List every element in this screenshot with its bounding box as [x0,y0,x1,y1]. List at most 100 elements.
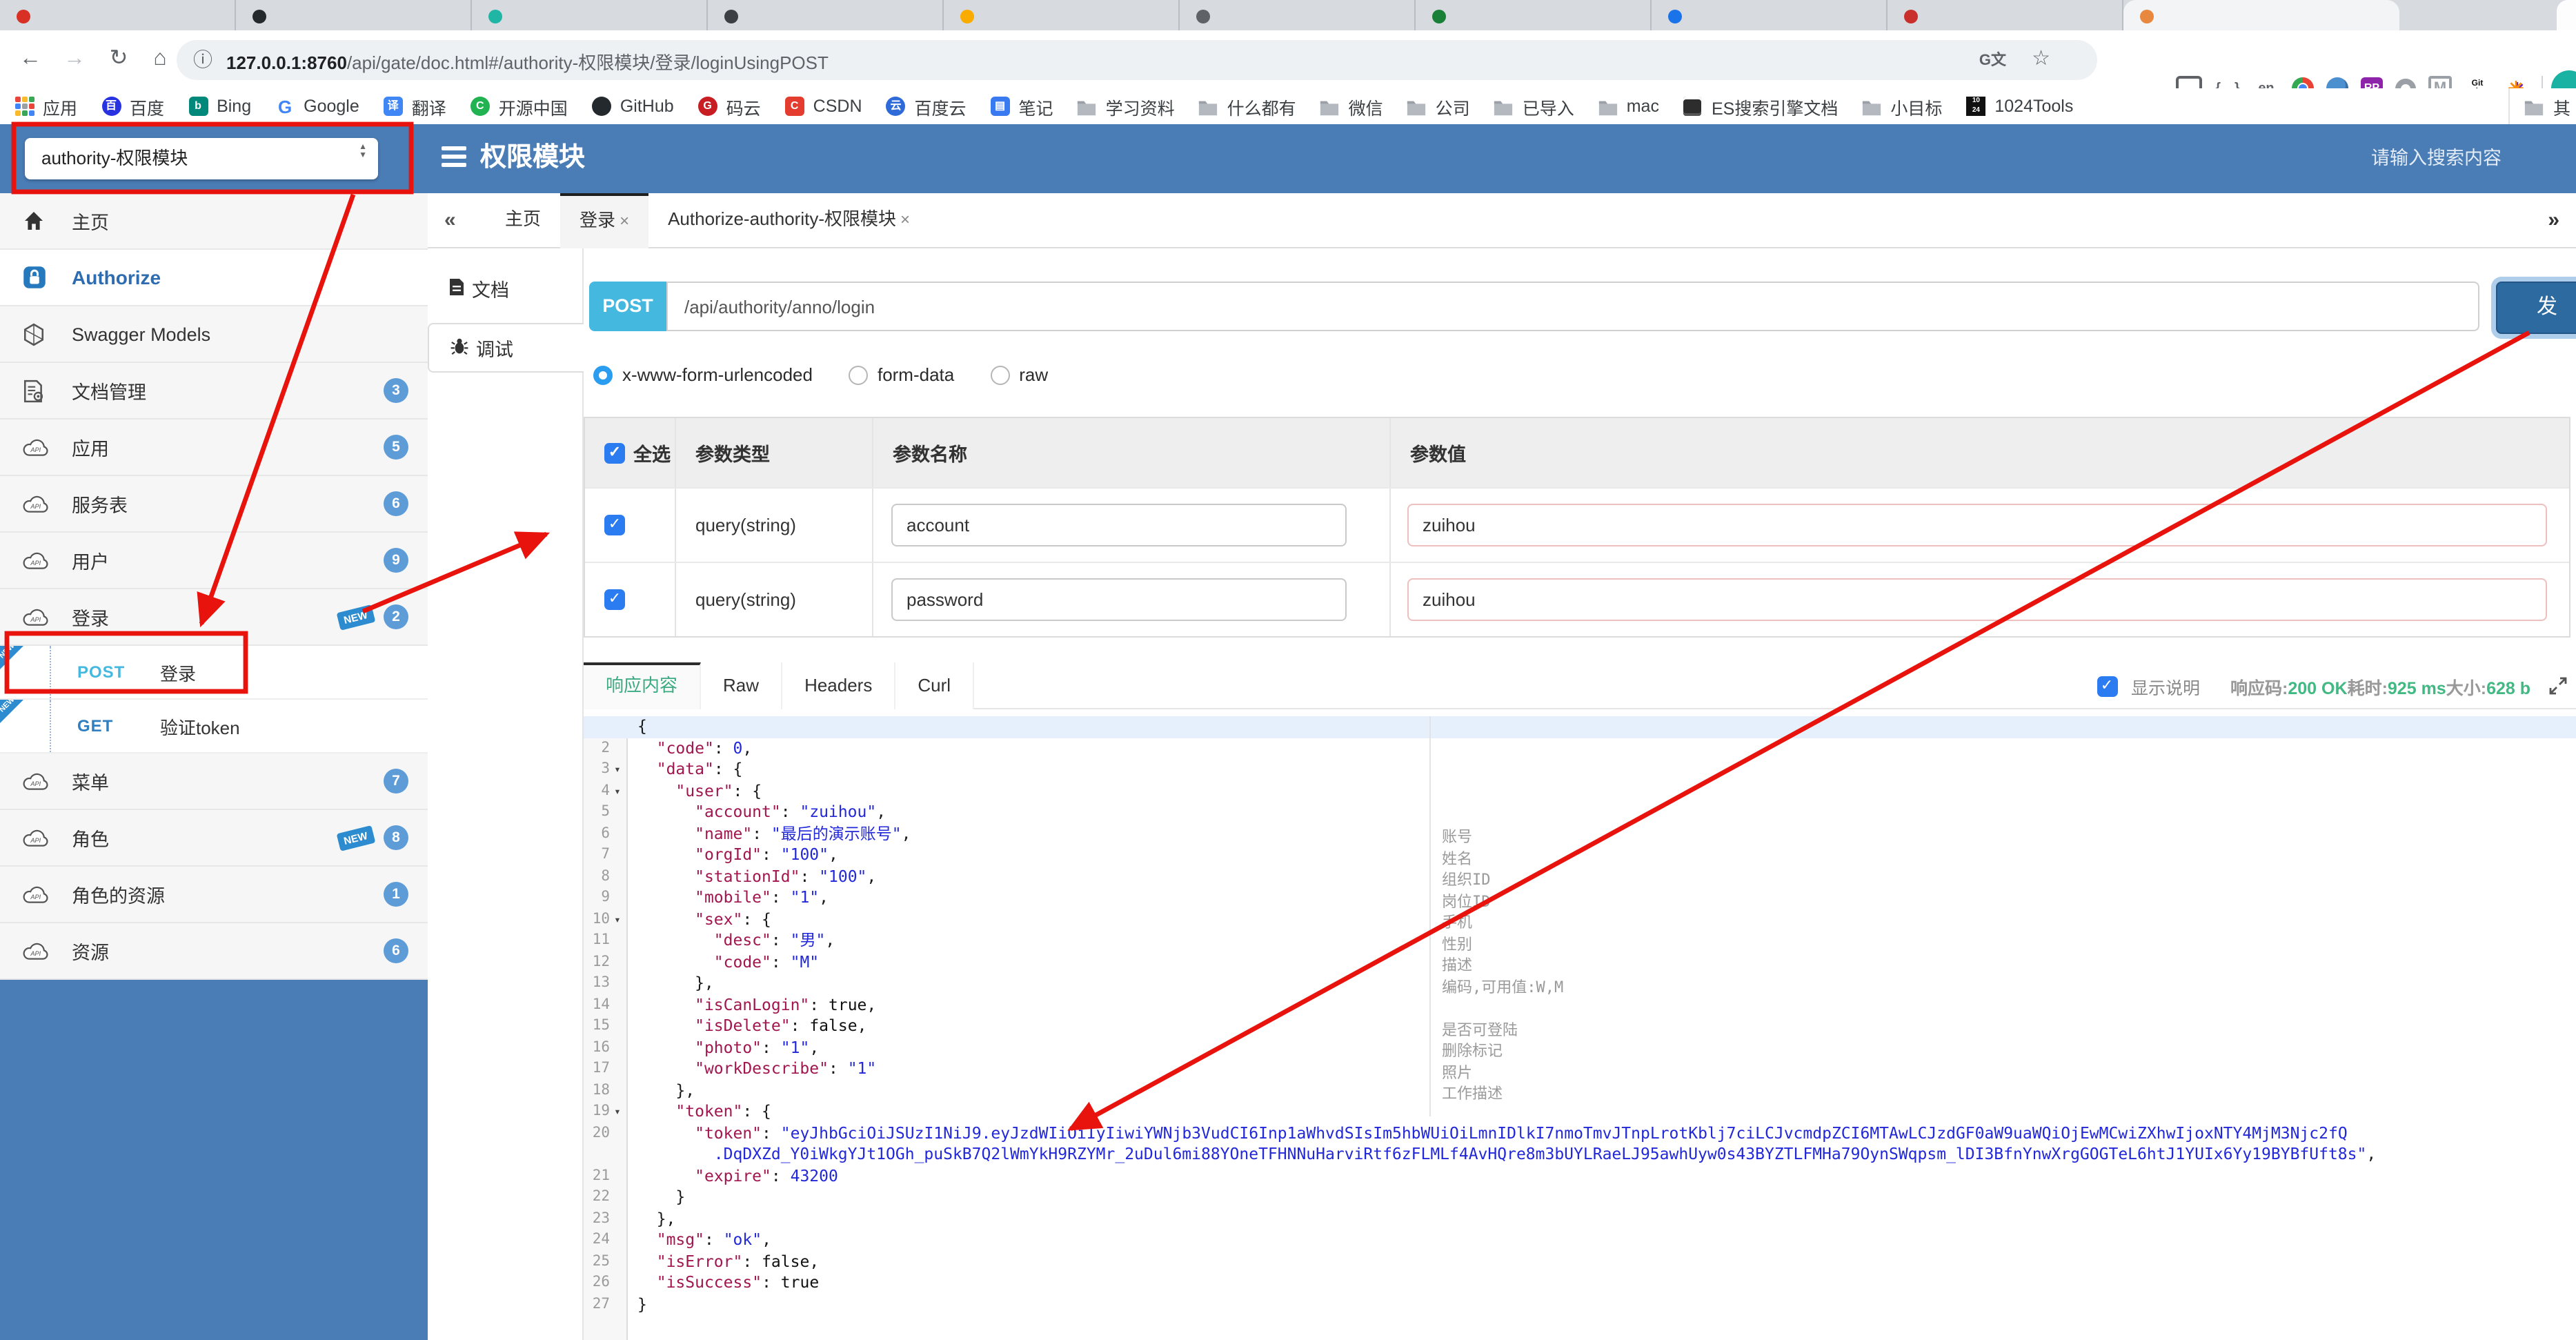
fullscreen-icon[interactable] [2548,676,2568,696]
bookmark-item[interactable]: 公司 [1407,93,1470,119]
endpoint-input[interactable] [666,282,2479,331]
 [610,1123,625,1144]
module-select[interactable]: authority-权限模块 ▲ ▼ [25,138,378,179]
close-tab-icon[interactable]: × [900,210,910,229]
sidebar-item-登录[interactable]: API 登录 NEW 2 [0,589,428,646]
response-tab-Curl[interactable]: Curl [895,662,975,709]
sidebar-item-Authorize[interactable]: Authorize [0,250,428,306]
sidebar-operation-验证token[interactable]: NEW GET 验证token [0,700,428,753]
param-checkbox[interactable] [604,515,625,535]
bookmark-item[interactable]: 小目标 [1861,93,1942,119]
menu-icon[interactable] [442,146,466,172]
browser-tab[interactable] [1180,0,1416,30]
workspace-tab-登录[interactable]: 登录 × [560,193,649,248]
param-value-input[interactable] [1407,578,2547,621]
circle-icon: 云 [886,96,906,117]
bookmark-item[interactable]: 学习资料 [1077,93,1175,119]
doc-nav-文档[interactable]: 文档 [428,268,582,309]
sidebar-item-菜单[interactable]: API 菜单 7 [0,753,428,810]
code-line: "photo": "1", [695,1037,820,1056]
browser-tab-active[interactable] [2123,0,2399,30]
bookmark-item[interactable]: ES搜索引擎文档 [1683,93,1838,119]
bookmark-item[interactable]: 什么都有 [1198,93,1296,119]
bookmark-item[interactable]: 应用 [14,93,77,119]
sidebar-item-应用[interactable]: API 应用 5 [0,420,428,476]
code-line: "desc": "男", [713,930,835,949]
bookmark-item[interactable]: mac [1598,96,1659,117]
collapse-sidebar-icon[interactable]: « [444,193,456,248]
sidebar-item-资源[interactable]: API 资源 6 [0,923,428,980]
param-name-input[interactable] [891,578,1347,621]
sidebar-operation-登录[interactable]: NEW POST 登录 [0,646,428,700]
response-tab-Headers[interactable]: Headers [782,662,896,709]
browser-tab[interactable] [708,0,944,30]
bookmark-item[interactable]: C 开源中国 [470,93,568,119]
workspace-tab-Authorize-authority-权限模块[interactable]: Authorize-authority-权限模块 × [648,193,929,248]
sidebar-item-服务表[interactable]: API 服务表 6 [0,476,428,533]
bookmark-item[interactable]: 微信 [1320,93,1383,119]
sidebar-item-主页[interactable]: 主页 [0,193,428,250]
sidebar-item-角色[interactable]: API 角色 NEW 8 [0,810,428,867]
tab-favicon [1432,10,1446,23]
radio-icon[interactable] [593,365,613,384]
radio-icon[interactable] [848,365,868,384]
param-name-input[interactable] [891,504,1347,546]
browser-tab[interactable] [1888,0,2123,30]
response-tab-响应内容[interactable]: 响应内容 [584,662,702,709]
param-value-input[interactable] [1407,504,2547,546]
content-type-raw[interactable]: raw [990,364,1048,385]
back-icon[interactable]: ← [14,43,47,76]
bookmark-item[interactable]: C CSDN [784,96,862,117]
bookmark-item[interactable]: ▤ 笔记 [990,93,1053,119]
reload-icon[interactable]: ↻ [102,43,135,76]
more-tabs-icon[interactable]: » [2548,193,2559,248]
sidebar-item-角色的资源[interactable]: API 角色的资源 1 [0,867,428,923]
sidebar-item-文档管理[interactable]: 文档管理 3 [0,363,428,420]
bookmark-overflow[interactable]: 其 [2508,88,2570,124]
browser-tab[interactable] [236,0,472,30]
bookmark-item[interactable]: 百百度 [101,93,164,119]
select-all-checkbox[interactable] [604,442,625,463]
home-icon[interactable]: ⌂ [143,43,177,76]
browser-tab[interactable] [472,0,708,30]
page-info-icon[interactable]: ⓘ [193,46,212,73]
tab-favicon [1196,10,1210,23]
sidebar-item-用户[interactable]: API 用户 9 [0,533,428,589]
browser-tab[interactable] [0,0,236,30]
translate-icon[interactable]: G文 [1979,48,2006,70]
search-input[interactable]: 请输入搜索内容 [2371,124,2501,193]
bookmark-item[interactable]: 云百度云 [886,93,967,119]
response-tab-Raw[interactable]: Raw [701,662,783,709]
show-desc-checkbox[interactable] [2097,676,2117,696]
bookmark-item[interactable]: G Google [275,96,359,117]
content-type-form-data[interactable]: form-data [848,364,954,385]
sidebar-item-Swagger Models[interactable]: Swagger Models [0,306,428,363]
bookmark-item[interactable]: 10 24 1024Tools [1965,96,2073,117]
bookmark-label: 微信 [1348,99,1383,118]
browser-tab[interactable] [1416,0,1652,30]
bookmark-item[interactable]: G 码云 [697,93,761,119]
bookmark-item[interactable]: b Bing [188,96,251,117]
forward-icon[interactable]: → [58,43,91,76]
browser-tab[interactable] [1652,0,1888,30]
content-type-x-www-form-urlencoded[interactable]: x-www-form-urlencoded [593,364,813,385]
fold-arrow-icon[interactable]: ▾ [610,1101,625,1123]
send-button[interactable]: 发 [2496,282,2576,334]
bookmark-star-icon[interactable]: ☆ [2032,46,2050,70]
doc-nav-调试[interactable]: 调试 [428,323,584,373]
close-tab-icon[interactable]: × [620,211,629,230]
field-annotation [1442,998,1563,1019]
bookmark-item[interactable]: 译翻译 [383,93,446,119]
fold-arrow-icon[interactable]: ▾ [610,780,625,802]
meta-value: 925 ms [2387,678,2446,698]
browser-tab[interactable] [944,0,1180,30]
bookmark-item[interactable]: GitHub [591,96,674,117]
bookmark-item[interactable]: 已导入 [1494,93,1574,119]
param-checkbox[interactable] [604,589,625,610]
radio-icon[interactable] [990,365,1010,384]
fold-arrow-icon[interactable]: ▾ [610,909,625,930]
editor-gutter[interactable]: 1▾23▾4▾5678910▾111213141516171819▾202122… [584,716,628,1340]
url-bar[interactable]: ⓘ 127.0.0.1:8760/api/gate/doc.html#/auth… [177,40,2097,80]
workspace-tab-主页[interactable]: 主页 [486,193,560,248]
fold-arrow-icon[interactable]: ▾ [610,759,625,780]
